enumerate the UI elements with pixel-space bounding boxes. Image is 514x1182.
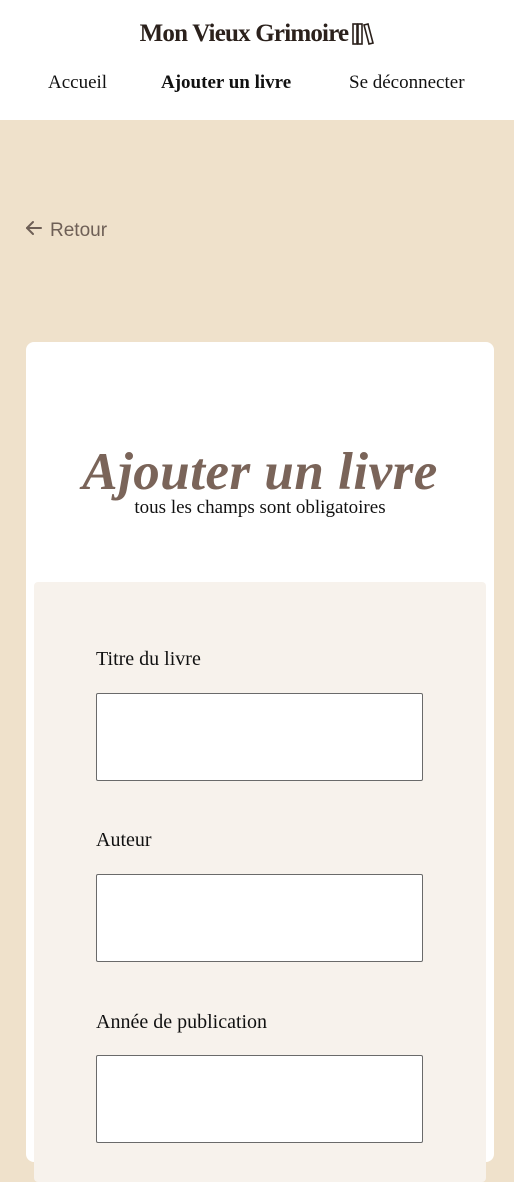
author-field[interactable]: [96, 874, 423, 962]
site-logo[interactable]: Mon Vieux Grimoire: [0, 20, 514, 48]
logo-text: Mon Vieux Grimoire: [139, 20, 350, 47]
site-header: Mon Vieux Grimoire Accueil Ajouter un li…: [0, 0, 514, 120]
year-field-label: Année de publication: [96, 1011, 268, 1033]
year-field[interactable]: [96, 1055, 423, 1143]
nav-link-logout[interactable]: Se déconnecter: [349, 72, 465, 94]
title-field-label: Titre du livre: [96, 648, 201, 670]
back-link[interactable]: Retour: [24, 218, 107, 244]
back-link-label: Retour: [50, 220, 108, 241]
add-book-form: Titre du livre Auteur Année de publicati…: [34, 582, 486, 1182]
arrow-left-icon: [24, 218, 44, 244]
nav-link-add-book[interactable]: Ajouter un livre: [161, 72, 291, 94]
title-field[interactable]: [96, 693, 423, 781]
nav-link-home[interactable]: Accueil: [48, 72, 107, 94]
add-book-card: Ajouter un livre tous les champs sont ob…: [26, 342, 494, 1182]
author-field-label: Auteur: [96, 829, 152, 851]
page-subtitle: tous les champs sont obligatoires: [134, 497, 386, 518]
books-icon: [352, 22, 375, 46]
page-title: Ajouter un livre: [82, 443, 438, 501]
